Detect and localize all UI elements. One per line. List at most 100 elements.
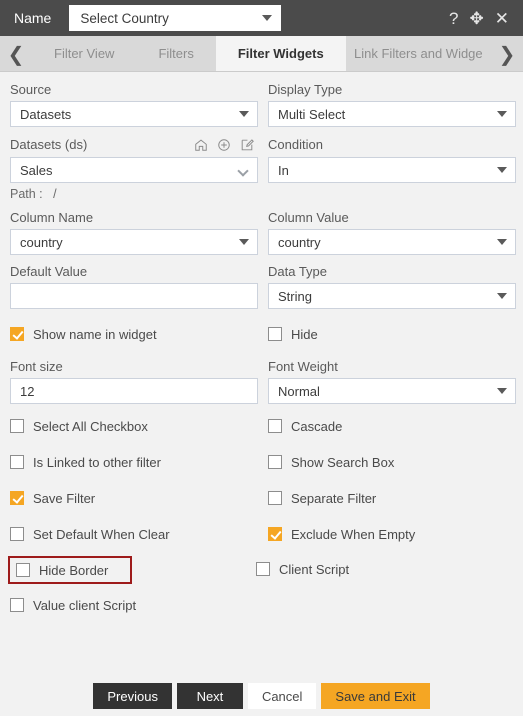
checkbox-box xyxy=(10,419,24,433)
column-name-value: country xyxy=(20,234,63,250)
chevron-down-icon xyxy=(497,293,507,299)
field-datasets: Datasets (ds) Sales Path: / xyxy=(10,136,258,201)
checkbox-box xyxy=(10,527,24,541)
checkbox-box xyxy=(16,563,30,577)
checkbox-hide-border[interactable]: Hide Border xyxy=(8,556,132,584)
checkbox-client-script[interactable]: Client Script xyxy=(256,556,504,582)
tab-link-filters-and-widgets[interactable]: Link Filters and Widge xyxy=(346,36,491,71)
field-default-value: Default Value xyxy=(10,264,258,309)
row-font-size-weight: Font size 12 Font Weight Normal xyxy=(10,359,516,404)
tab-scroll-left-icon[interactable]: ❮ xyxy=(0,36,32,71)
field-font-size: Font size 12 xyxy=(10,359,258,404)
checkbox-show-search-box[interactable]: Show Search Box xyxy=(268,449,516,475)
checkbox-box xyxy=(268,527,282,541)
condition-label: Condition xyxy=(268,137,323,152)
checkbox-cascade[interactable]: Cascade xyxy=(268,413,516,439)
font-weight-select[interactable]: Normal xyxy=(268,378,516,404)
name-select[interactable]: Select Country xyxy=(69,5,282,31)
column-name-select[interactable]: country xyxy=(10,229,258,255)
previous-button[interactable]: Previous xyxy=(93,683,172,709)
chevron-down-icon xyxy=(239,111,249,117)
move-icon[interactable]: ✥ xyxy=(470,10,484,27)
checkbox-label: Is Linked to other filter xyxy=(33,454,161,470)
checkbox-value-client-script[interactable]: Value client Script xyxy=(10,592,258,618)
checkbox-label: Show Search Box xyxy=(291,454,395,470)
display-type-select[interactable]: Multi Select xyxy=(268,101,516,127)
close-icon[interactable]: ✕ xyxy=(495,10,509,27)
checkbox-separate-filter[interactable]: Separate Filter xyxy=(268,485,516,511)
checkbox-box xyxy=(268,327,282,341)
dialog-footer: Previous Next Cancel Save and Exit xyxy=(0,683,523,709)
font-weight-value: Normal xyxy=(278,383,320,399)
checkbox-label: Separate Filter xyxy=(291,490,377,506)
data-type-select[interactable]: String xyxy=(268,283,516,309)
datasets-label: Datasets (ds) xyxy=(10,137,88,152)
checkbox-select-all-checkbox[interactable]: Select All Checkbox xyxy=(10,413,258,439)
row-checkbox-1: Show name in widget Hide xyxy=(10,321,513,347)
datasets-value: Sales xyxy=(20,162,53,178)
field-column-name: Column Name country xyxy=(10,210,258,255)
add-circle-icon[interactable] xyxy=(217,138,231,152)
row-checkbox-4: Save Filter Separate Filter xyxy=(10,485,513,511)
checkbox-set-default-when-clear[interactable]: Set Default When Clear xyxy=(10,521,258,547)
tab-filter-widgets[interactable]: Filter Widgets xyxy=(215,36,346,71)
edit-icon[interactable] xyxy=(240,138,254,152)
help-icon[interactable]: ? xyxy=(449,10,458,27)
tab-filters[interactable]: Filters xyxy=(136,36,215,71)
source-value: Datasets xyxy=(20,106,72,122)
default-value-input[interactable] xyxy=(10,283,258,309)
titlebar-icons: ? ✥ ✕ xyxy=(449,10,515,27)
checkbox-hide[interactable]: Hide xyxy=(268,321,516,347)
source-select[interactable]: Datasets xyxy=(10,101,258,127)
chevron-down-icon xyxy=(497,167,507,173)
checkbox-label: Exclude When Empty xyxy=(291,526,416,542)
checkbox-label: Hide xyxy=(291,326,318,342)
default-value-label: Default Value xyxy=(10,264,88,279)
chevron-down-icon xyxy=(497,111,507,117)
path-value: / xyxy=(53,187,57,201)
tab-list: Filter View Filters Filter Widgets Link … xyxy=(32,36,491,71)
font-size-value: 12 xyxy=(20,383,35,399)
checkbox-box xyxy=(10,455,24,469)
chevron-down-icon xyxy=(497,388,507,394)
row-source-display-type: Source Datasets Display Type Multi Selec… xyxy=(10,82,516,127)
checkbox-box xyxy=(10,491,24,505)
font-weight-label: Font Weight xyxy=(268,359,338,374)
home-icon[interactable] xyxy=(194,138,208,152)
datasets-select[interactable]: Sales xyxy=(10,157,258,183)
font-size-label: Font size xyxy=(10,359,63,374)
filter-widget-form: Source Datasets Display Type Multi Selec… xyxy=(0,72,523,716)
checkbox-is-linked-to-other-filter[interactable]: Is Linked to other filter xyxy=(10,449,258,475)
checkbox-label: Save Filter xyxy=(33,490,96,506)
font-size-input[interactable]: 12 xyxy=(10,378,258,404)
column-value-select[interactable]: country xyxy=(268,229,516,255)
checkbox-box xyxy=(268,419,282,433)
datasets-label-row: Datasets (ds) xyxy=(10,136,258,153)
condition-value: In xyxy=(278,162,289,178)
checkbox-box xyxy=(256,562,270,576)
chevron-down-icon xyxy=(239,239,249,245)
checkbox-exclude-when-empty[interactable]: Exclude When Empty xyxy=(268,521,516,547)
save-and-exit-button[interactable]: Save and Exit xyxy=(321,683,430,709)
condition-select[interactable]: In xyxy=(268,157,516,183)
checkbox-save-filter[interactable]: Save Filter xyxy=(10,485,258,511)
display-type-label: Display Type xyxy=(268,82,343,97)
next-button[interactable]: Next xyxy=(176,683,243,709)
tab-filter-view[interactable]: Filter View xyxy=(32,36,136,71)
data-type-label: Data Type xyxy=(268,264,328,279)
checkbox-label: Value client Script xyxy=(33,597,137,613)
checkbox-label: Select All Checkbox xyxy=(33,418,148,434)
path-label: Path : xyxy=(10,187,43,201)
checkbox-show-name-in-widget[interactable]: Show name in widget xyxy=(10,321,258,347)
chevron-down-icon xyxy=(262,15,273,21)
tab-scroll-right-icon[interactable]: ❯ xyxy=(491,36,523,71)
cancel-button[interactable]: Cancel xyxy=(247,683,317,709)
